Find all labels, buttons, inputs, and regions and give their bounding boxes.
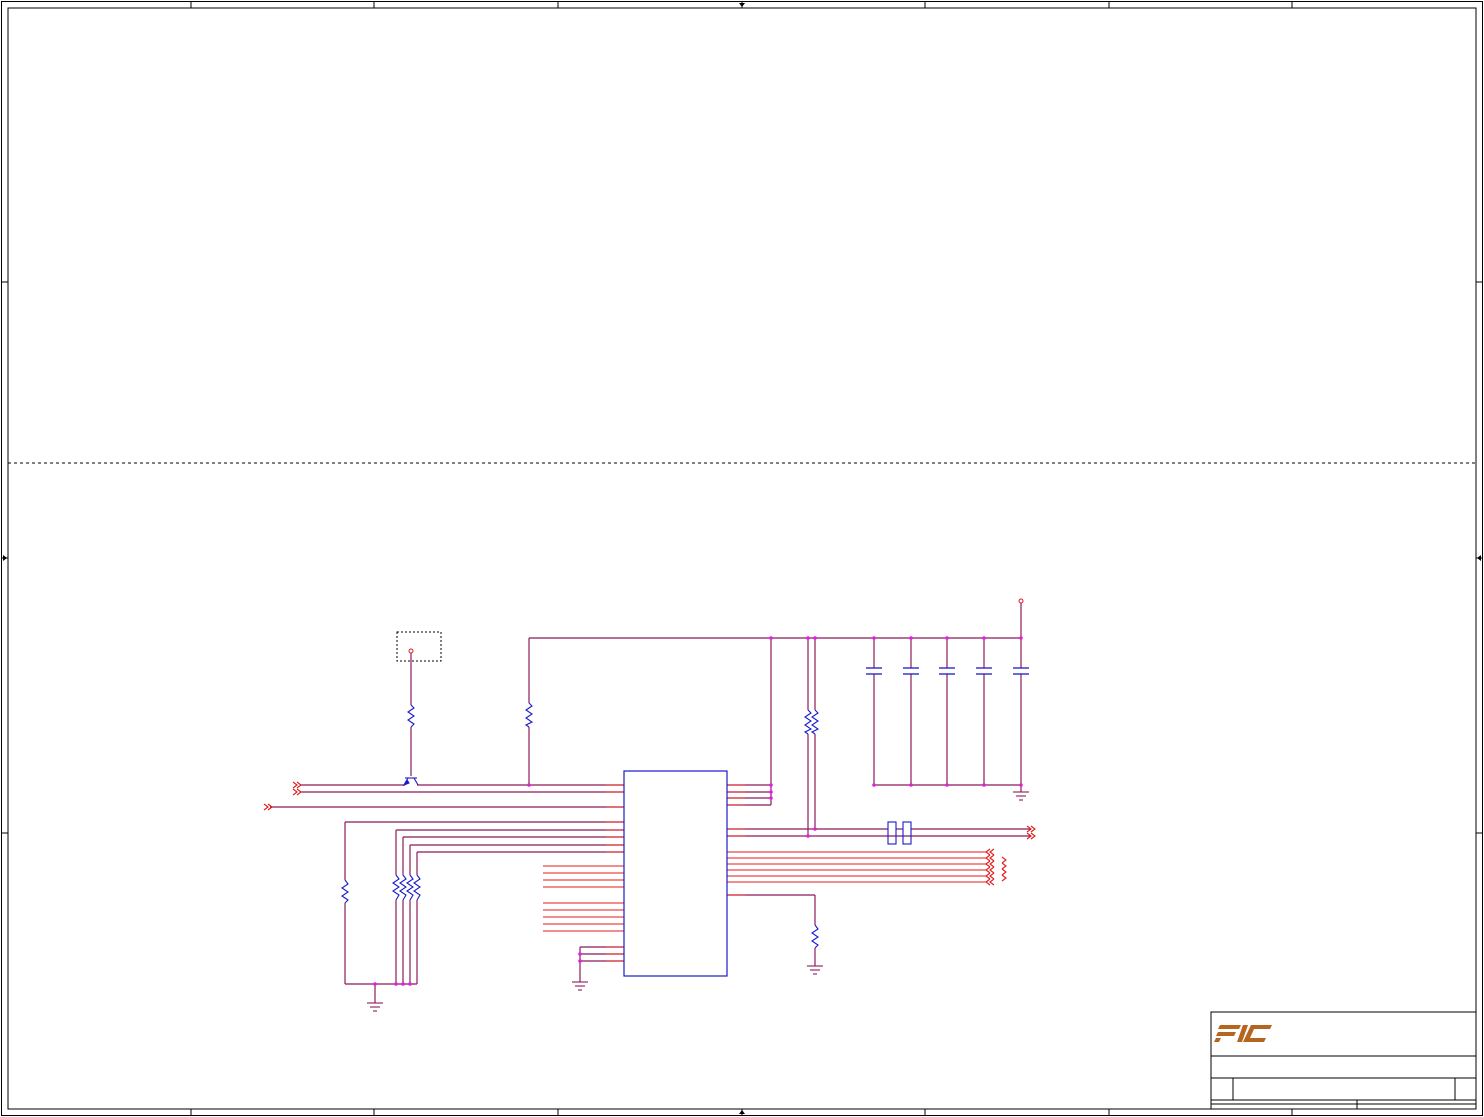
transistor: [402, 777, 419, 787]
resistor-pulldown: [811, 924, 819, 949]
resistor-ladder-4: [406, 874, 414, 901]
power-terminals: [408, 598, 1024, 654]
company-logo: [1214, 1025, 1272, 1042]
center-arrows: [3, 3, 1481, 1114]
series-parts: [887, 821, 912, 845]
ground-icon: [807, 965, 823, 975]
resistors: [341, 702, 820, 949]
test-point-box: [396, 631, 442, 662]
resistor-pullup-left: [524, 702, 534, 728]
ground-symbols: [367, 791, 1029, 1012]
drawing-frame: [1, 1, 1483, 1116]
resistor-ladder-3: [399, 874, 407, 901]
ground-icon: [367, 1002, 383, 1012]
resistor-base: [407, 704, 415, 728]
resistor-ladder-1: [341, 879, 349, 904]
wires: [270, 603, 1030, 1003]
pin-stubs: [543, 784, 986, 962]
resistor-pullup-a: [803, 709, 813, 735]
ic-body: [623, 770, 728, 977]
capacitors: [866, 667, 1029, 675]
schematic-sheet: [0, 0, 1484, 1117]
resistor-ladder-5: [413, 874, 421, 901]
resistor-pullup-b: [810, 709, 820, 735]
junctions: [373, 636, 1023, 986]
ground-icon: [1013, 791, 1029, 801]
resistor-ladder-2: [392, 874, 400, 901]
ground-icon: [572, 981, 588, 991]
